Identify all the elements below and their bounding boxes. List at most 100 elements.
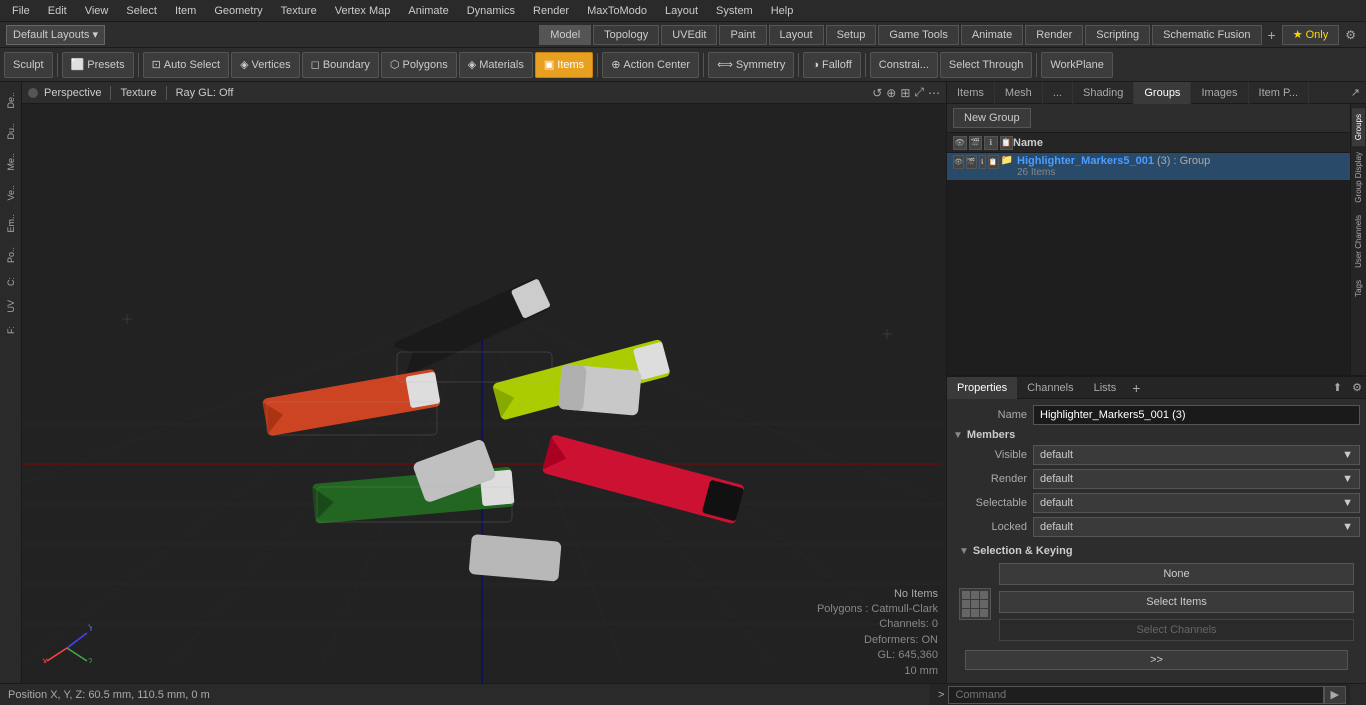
prop-tab-properties[interactable]: Properties [947,377,1017,399]
sidebar-tab-me[interactable]: Me.. [3,147,19,177]
layout-mode-topology[interactable]: Topology [593,25,659,45]
panel-tab-shading[interactable]: Shading [1073,82,1134,104]
layout-mode-paint[interactable]: Paint [719,25,766,45]
menu-file[interactable]: File [4,3,38,19]
bottom-arrow-button[interactable]: >> [965,650,1348,670]
row-icon-copy-0[interactable]: 📋 [988,155,999,169]
layout-only-btn[interactable]: ★ Only [1282,25,1340,45]
vp-ctrl-rotate[interactable]: ↺ [872,86,882,100]
command-input[interactable] [948,686,1323,704]
prop-gear-btn[interactable]: ⚙ [1348,379,1366,396]
constraint-button[interactable]: Constrai... [870,52,938,78]
col-icon-copy[interactable]: 📋 [1000,136,1014,150]
prop-locked-dropdown[interactable]: default ▼ [1033,517,1360,537]
row-icon-info-0[interactable]: ℹ [979,155,986,169]
viewport-canvas[interactable]: No Items Polygons : Catmull-Clark Channe… [22,104,946,683]
layout-mode-schematic[interactable]: Schematic Fusion [1152,25,1261,45]
symmetry-button[interactable]: ⟺ Symmetry [708,52,794,78]
sel-keying-header[interactable]: ▼ Selection & Keying [959,545,1354,557]
rsidebar-tab-userchannels[interactable]: User Channels [1352,209,1365,274]
sculpt-button[interactable]: Sculpt [4,52,53,78]
select-through-button[interactable]: Select Through [940,52,1032,78]
menu-item[interactable]: Item [167,3,204,19]
select-items-button[interactable]: Select Items [999,591,1354,613]
layout-gear-icon[interactable]: ⚙ [1341,28,1360,42]
prop-tab-channels[interactable]: Channels [1017,377,1083,399]
layout-mode-render[interactable]: Render [1025,25,1083,45]
falloff-button[interactable]: ◑ Falloff [803,52,860,78]
sidebar-tab-em[interactable]: Em.. [3,208,19,239]
col-icon-eye[interactable]: 👁 [953,136,967,150]
sidebar-tab-c[interactable]: C: [3,271,19,292]
presets-button[interactable]: ⬜ Presets [62,52,134,78]
boundary-button[interactable]: ◻ Boundary [302,52,379,78]
menu-select[interactable]: Select [118,3,165,19]
group-row-0[interactable]: 👁 🎬 ℹ 📋 📁 Highlighter_Markers5_001 (3) :… [947,153,1350,180]
sidebar-tab-f[interactable]: F: [3,320,19,340]
menu-maxtomodo[interactable]: MaxToModo [579,3,655,19]
menu-edit[interactable]: Edit [40,3,75,19]
layout-dropdown[interactable]: Default Layouts ▾ [6,25,105,45]
layout-mode-model[interactable]: Model [539,25,591,45]
col-icon-info[interactable]: ℹ [984,136,998,150]
prop-tab-add[interactable]: + [1126,378,1146,398]
new-group-button[interactable]: New Group [953,108,1031,128]
items-button[interactable]: ▣ Items [535,52,593,78]
panel-tab-groups[interactable]: Groups [1134,82,1191,104]
layout-mode-gametools[interactable]: Game Tools [878,25,959,45]
materials-button[interactable]: ◈ Materials [459,52,533,78]
sidebar-tab-de[interactable]: De.. [3,86,19,115]
menu-layout[interactable]: Layout [657,3,706,19]
sidebar-tab-po[interactable]: Po.. [3,241,19,269]
menu-system[interactable]: System [708,3,761,19]
panel-tab-item-p[interactable]: Item P... [1249,82,1310,104]
prop-expand-btn[interactable]: ⬆ [1329,379,1346,396]
row-icon-eye-0[interactable]: 👁 [953,155,964,169]
col-icon-render[interactable]: 🎬 [969,136,983,150]
select-channels-button[interactable]: Select Channels [999,619,1354,641]
panel-tab-more[interactable]: ... [1043,82,1073,104]
sidebar-tab-ve[interactable]: Ve.. [3,179,19,207]
layout-mode-scripting[interactable]: Scripting [1085,25,1150,45]
menu-help[interactable]: Help [763,3,802,19]
panel-tab-images[interactable]: Images [1191,82,1248,104]
vertices-button[interactable]: ◈ Vertices [231,52,300,78]
command-send-button[interactable]: ▶ [1324,686,1346,704]
layout-mode-animate[interactable]: Animate [961,25,1023,45]
rsidebar-tab-tags[interactable]: Tags [1352,274,1365,303]
prop-visible-dropdown[interactable]: default ▼ [1033,445,1360,465]
panel-tab-items[interactable]: Items [947,82,995,104]
auto-select-button[interactable]: ⊡ Auto Select [143,52,229,78]
rsidebar-tab-groupdisplay[interactable]: Group Display [1352,146,1365,209]
panel-tab-mesh[interactable]: Mesh [995,82,1043,104]
row-icon-render-0[interactable]: 🎬 [966,155,977,169]
menu-animate[interactable]: Animate [400,3,456,19]
vp-ctrl-fit[interactable]: ⊞ [900,86,910,100]
menu-texture[interactable]: Texture [273,3,325,19]
menu-render[interactable]: Render [525,3,577,19]
layout-mode-add[interactable]: + [1264,27,1280,43]
vp-ctrl-zoom[interactable]: ⊕ [886,86,896,100]
sidebar-tab-du[interactable]: Du.. [3,117,19,146]
menu-view[interactable]: View [77,3,117,19]
prop-selectable-dropdown[interactable]: default ▼ [1033,493,1360,513]
vp-ctrl-expand[interactable]: ⤢ [914,85,924,100]
action-center-button[interactable]: ⊕ Action Center [602,52,699,78]
layout-mode-setup[interactable]: Setup [826,25,877,45]
workplane-button[interactable]: WorkPlane [1041,52,1113,78]
prop-render-dropdown[interactable]: default ▼ [1033,469,1360,489]
viewport-dot[interactable] [28,88,38,98]
prop-name-input[interactable] [1033,405,1360,425]
panel-expand-btn[interactable]: ↗ [1345,84,1366,101]
none-button[interactable]: None [999,563,1354,585]
prop-tab-lists[interactable]: Lists [1084,377,1127,399]
menu-dynamics[interactable]: Dynamics [459,3,523,19]
vp-ctrl-more[interactable]: ⋯ [928,86,940,100]
polygons-button[interactable]: ⬡ Polygons [381,52,457,78]
menu-geometry[interactable]: Geometry [206,3,270,19]
layout-mode-layout[interactable]: Layout [769,25,824,45]
layout-mode-uvedit[interactable]: UVEdit [661,25,717,45]
menu-vertex-map[interactable]: Vertex Map [327,3,399,19]
rsidebar-tab-groups[interactable]: Groups [1352,108,1365,146]
members-section-header[interactable]: ▼ Members [953,429,1360,441]
